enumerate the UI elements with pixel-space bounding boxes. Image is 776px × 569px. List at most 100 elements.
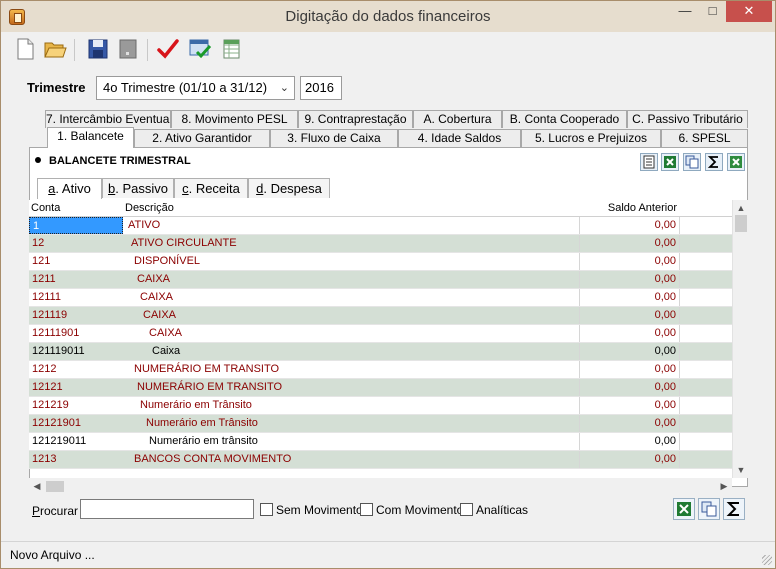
excel-export-icon[interactable] <box>727 153 745 171</box>
table-row[interactable]: 12111901 CAIXA 0,00 <box>29 325 732 343</box>
cell-conta[interactable]: 12121 <box>29 379 123 396</box>
cell-saldo-anterior[interactable]: 0,00 <box>579 217 680 234</box>
cell-saldo-anterior[interactable]: 0,00 <box>579 451 680 468</box>
scroll-left-icon[interactable]: ◀ <box>29 478 45 495</box>
table-row[interactable]: 1212 NUMERÁRIO EM TRANSITO 0,00 <box>29 361 732 379</box>
sum-bottom-icon[interactable] <box>723 498 745 520</box>
subtab-passivo[interactable]: b. Passivo <box>102 178 174 198</box>
checkbox-box[interactable] <box>460 503 473 516</box>
subtab-receita[interactable]: c. Receita <box>174 178 248 198</box>
header-descricao[interactable]: Descrição <box>125 202 174 214</box>
table-row[interactable]: 12121901 Numerário em Trânsito 0,00 <box>29 415 732 433</box>
scroll-down-icon[interactable]: ▼ <box>733 462 749 478</box>
checkbox-com-movimento[interactable]: Com Movimento <box>360 503 463 517</box>
cell-conta[interactable]: 121119 <box>29 307 123 324</box>
cell-saldo-anterior[interactable]: 0,00 <box>579 271 680 288</box>
copy-bottom-icon[interactable] <box>698 498 720 520</box>
checkbox-box[interactable] <box>260 503 273 516</box>
sum-icon[interactable] <box>705 153 723 171</box>
table-row[interactable]: 12 ATIVO CIRCULANTE 0,00 <box>29 235 732 253</box>
cell-descricao[interactable]: ATIVO CIRCULANTE <box>123 235 579 252</box>
header-conta[interactable]: Conta <box>31 202 60 214</box>
cell-saldo-anterior[interactable]: 0,00 <box>579 433 680 450</box>
table-row[interactable]: 1211 CAIXA 0,00 <box>29 271 732 289</box>
cell-conta[interactable]: 121219 <box>29 397 123 414</box>
header-saldo-anterior[interactable]: Saldo Anterior <box>579 202 680 214</box>
cell-conta[interactable]: 1213 <box>29 451 123 468</box>
cell-descricao[interactable]: ATIVO <box>123 217 579 234</box>
cell-descricao[interactable]: DISPONÍVEL <box>123 253 579 270</box>
scroll-thumb[interactable] <box>735 215 747 232</box>
search-input[interactable] <box>80 499 254 519</box>
close-button[interactable]: ✕ <box>726 1 772 22</box>
cell-conta[interactable]: 12111901 <box>29 325 123 342</box>
year-input[interactable]: 2016 <box>300 76 342 100</box>
tab-contraprestacao[interactable]: 9. Contraprestação <box>298 110 413 128</box>
checkbox-analiticas[interactable]: Analíticas <box>460 503 528 517</box>
checkbox-box[interactable] <box>360 503 373 516</box>
minimize-button[interactable]: — <box>671 1 699 22</box>
cell-conta[interactable]: 1211 <box>29 271 123 288</box>
table-row[interactable]: 12111 CAIXA 0,00 <box>29 289 732 307</box>
checkmark-icon[interactable] <box>155 36 181 62</box>
table-row[interactable]: 121219011 Numerário em trânsito 0,00 <box>29 433 732 451</box>
cell-descricao[interactable]: Numerário em Trânsito <box>123 415 579 432</box>
cell-descricao[interactable]: NUMERÁRIO EM TRANSITO <box>123 379 579 396</box>
cell-saldo-anterior[interactable]: 0,00 <box>579 253 680 270</box>
cell-descricao[interactable]: CAIXA <box>123 325 579 342</box>
scroll-up-icon[interactable]: ▲ <box>733 200 749 216</box>
cell-saldo-anterior[interactable]: 0,00 <box>579 307 680 324</box>
checkbox-sem-movimento[interactable]: Sem Movimento <box>260 503 363 517</box>
cell-conta[interactable]: 1212 <box>29 361 123 378</box>
cell-descricao[interactable]: Numerário em trânsito <box>123 433 579 450</box>
table-row[interactable]: 12121 NUMERÁRIO EM TRANSITO 0,00 <box>29 379 732 397</box>
cell-saldo-anterior[interactable]: 0,00 <box>579 379 680 396</box>
document-icon[interactable] <box>640 153 658 171</box>
save-disabled-icon[interactable] <box>115 36 141 62</box>
table-row[interactable]: 121119 CAIXA 0,00 <box>29 307 732 325</box>
table-row[interactable]: 121219 Numerário em Trânsito 0,00 <box>29 397 732 415</box>
resize-grip-icon[interactable] <box>762 555 772 565</box>
cell-descricao[interactable]: CAIXA <box>123 271 579 288</box>
table-row[interactable]: 121119011 Caixa 0,00 <box>29 343 732 361</box>
excel-bottom-icon[interactable] <box>673 498 695 520</box>
table-row[interactable]: 1 ATIVO 0,00 <box>29 217 732 235</box>
cell-conta[interactable]: 121 <box>29 253 123 270</box>
excel-icon[interactable] <box>661 153 679 171</box>
save-icon[interactable] <box>85 36 111 62</box>
cell-descricao[interactable]: Numerário em Trânsito <box>123 397 579 414</box>
cell-descricao[interactable]: NUMERÁRIO EM TRANSITO <box>123 361 579 378</box>
cell-saldo-anterior[interactable]: 0,00 <box>579 289 680 306</box>
subtab-despesa[interactable]: d. Despesa <box>248 178 330 198</box>
copy-icon[interactable] <box>683 153 701 171</box>
open-folder-icon[interactable] <box>42 36 68 62</box>
cell-descricao[interactable]: Caixa <box>123 343 579 360</box>
new-document-icon[interactable] <box>12 36 38 62</box>
spreadsheet-icon[interactable] <box>219 36 245 62</box>
tab-fluxo-de-caixa[interactable]: 3. Fluxo de Caixa <box>270 129 398 147</box>
subtab-ativo[interactable]: a. Ativo <box>37 178 102 199</box>
tab-lucros-e-prejuizos[interactable]: 5. Lucros e Prejuizos <box>521 129 661 147</box>
cell-conta[interactable]: 121119011 <box>29 343 123 360</box>
cell-descricao[interactable]: CAIXA <box>123 307 579 324</box>
cell-saldo-anterior[interactable]: 0,00 <box>579 235 680 252</box>
tab-conta-cooperado[interactable]: B. Conta Cooperado <box>502 110 627 128</box>
accounts-grid[interactable]: 1 ATIVO 0,00 12 ATIVO CIRCULANTE 0,00 121 DISPO… <box>29 217 732 469</box>
cell-descricao[interactable]: CAIXA <box>123 289 579 306</box>
vertical-scrollbar[interactable]: ▲ ▼ <box>732 200 748 478</box>
cell-saldo-anterior[interactable]: 0,00 <box>579 361 680 378</box>
cell-saldo-anterior[interactable]: 0,00 <box>579 325 680 342</box>
tab-cobertura[interactable]: A. Cobertura <box>413 110 502 128</box>
cell-conta[interactable]: 12121901 <box>29 415 123 432</box>
cell-descricao[interactable]: BANCOS CONTA MOVIMENTO <box>123 451 579 468</box>
cell-conta[interactable]: 121219011 <box>29 433 123 450</box>
tab-balancete[interactable]: 1. Balancete <box>47 127 134 148</box>
trimestre-select[interactable]: 4o Trimestre (01/10 a 31/12) ⌄ <box>96 76 295 100</box>
table-row[interactable]: 1213 BANCOS CONTA MOVIMENTO 0,00 <box>29 451 732 469</box>
tab-idade-saldos[interactable]: 4. Idade Saldos <box>398 129 521 147</box>
cell-saldo-anterior[interactable]: 0,00 <box>579 343 680 360</box>
tab-passivo-tributario[interactable]: C. Passivo Tributário <box>627 110 748 128</box>
cell-saldo-anterior[interactable]: 0,00 <box>579 415 680 432</box>
cell-saldo-anterior[interactable]: 0,00 <box>579 397 680 414</box>
cell-conta[interactable]: 12111 <box>29 289 123 306</box>
